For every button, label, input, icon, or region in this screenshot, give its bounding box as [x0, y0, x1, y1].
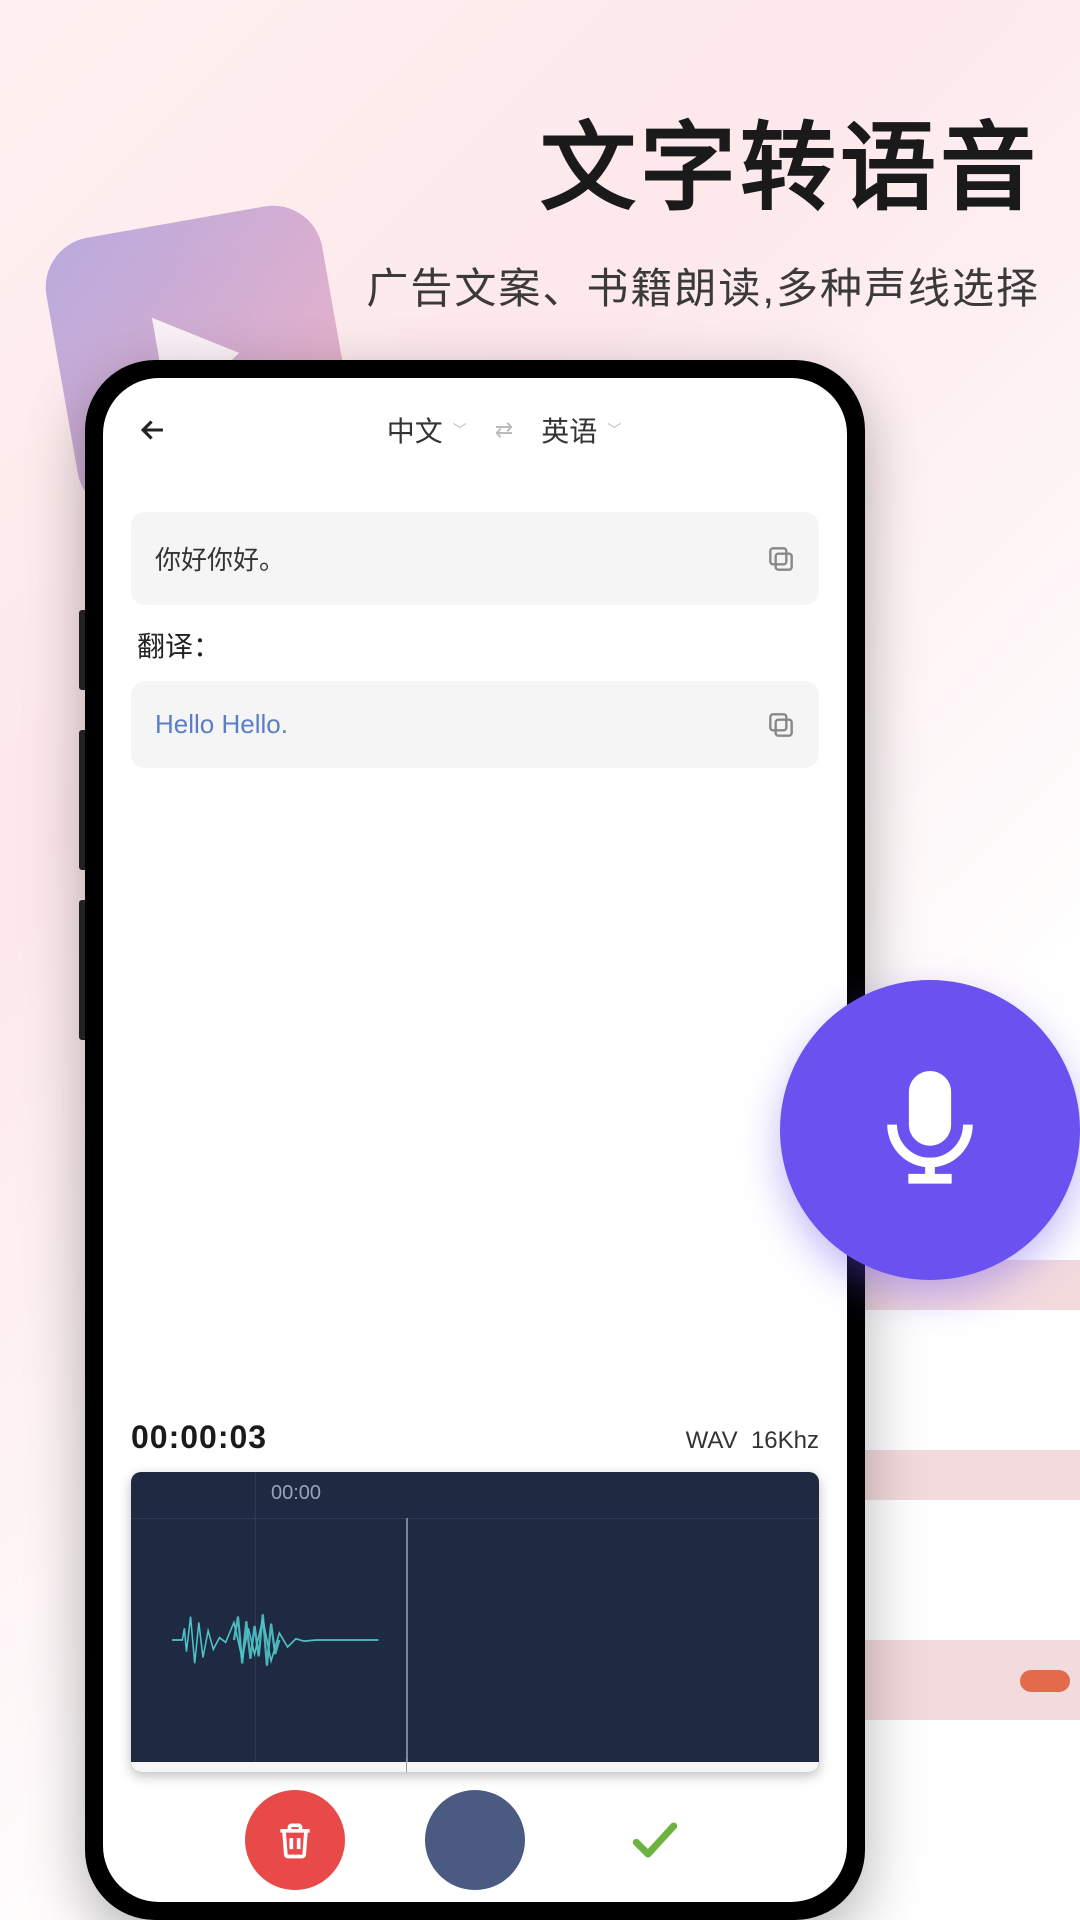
back-button[interactable] — [131, 408, 175, 452]
time-display: 00:00:03 — [131, 1419, 267, 1456]
copy-translation-button[interactable] — [765, 709, 797, 741]
copy-input-button[interactable] — [765, 543, 797, 575]
target-language-dropdown[interactable]: 英语 ﹀ — [541, 410, 621, 450]
waveform-scrollbar[interactable] — [131, 1762, 819, 1772]
confirm-button[interactable] — [605, 1790, 705, 1890]
input-text: 你好你好。 — [155, 540, 795, 577]
chevron-down-icon: ﹀ — [607, 420, 621, 440]
phone-side-button — [79, 900, 85, 1040]
translation-card[interactable]: Hello Hello. — [131, 681, 819, 768]
source-language-label: 中文 — [387, 410, 443, 450]
topbar: 中文 ﹀ ⇄ 英语 ﹀ — [103, 378, 847, 472]
format-display: WAV 16Khz — [686, 1427, 819, 1455]
waveform-icon — [172, 1605, 378, 1675]
waveform-viewer[interactable]: 00:00 — [131, 1472, 819, 1772]
microphone-icon — [865, 1065, 995, 1195]
bg-stripe — [860, 1450, 1080, 1500]
phone-screen: 中文 ﹀ ⇄ 英语 ﹀ 你好你好。 — [103, 378, 847, 1902]
swap-languages-button[interactable]: ⇄ — [495, 417, 513, 443]
phone-mockup: 中文 ﹀ ⇄ 英语 ﹀ 你好你好。 — [85, 360, 865, 1920]
record-button[interactable] — [425, 1790, 525, 1890]
hero-subtitle: 广告文案、书籍朗读,多种声线选择 — [366, 255, 1040, 316]
chevron-down-icon: ﹀ — [453, 420, 467, 440]
check-icon — [627, 1812, 683, 1868]
waveform-marker-time: 00:00 — [271, 1482, 321, 1505]
hero-title: 文字转语音 — [366, 90, 1040, 229]
audio-sample-rate: 16Khz — [751, 1427, 819, 1454]
audio-meta: 00:00:03 WAV 16Khz — [131, 1419, 819, 1456]
content-area: 你好你好。 翻译： Hello Hello. — [103, 472, 847, 768]
audio-format: WAV — [686, 1427, 738, 1454]
translation-text: Hello Hello. — [155, 709, 795, 740]
translation-label: 翻译： — [137, 625, 819, 665]
source-language-dropdown[interactable]: 中文 ﹀ — [387, 410, 467, 450]
audio-panel: 00:00:03 WAV 16Khz 00:00 — [103, 1419, 847, 1772]
copy-icon — [765, 543, 797, 575]
action-bar — [103, 1790, 847, 1890]
phone-side-button — [79, 610, 85, 690]
waveform-divider — [131, 1518, 819, 1519]
arrow-left-icon — [136, 413, 170, 447]
phone-side-button — [79, 730, 85, 870]
trash-icon — [273, 1818, 317, 1862]
hero: 文字转语音 广告文案、书籍朗读,多种声线选择 — [366, 90, 1040, 316]
copy-icon — [765, 709, 797, 741]
input-text-card[interactable]: 你好你好。 — [131, 512, 819, 605]
language-selector-group: 中文 ﹀ ⇄ 英语 ﹀ — [189, 410, 819, 450]
bg-stripe — [860, 1640, 1080, 1720]
microphone-fab[interactable] — [780, 980, 1080, 1280]
waveform-playhead[interactable] — [406, 1518, 408, 1772]
target-language-label: 英语 — [541, 410, 597, 450]
delete-button[interactable] — [245, 1790, 345, 1890]
